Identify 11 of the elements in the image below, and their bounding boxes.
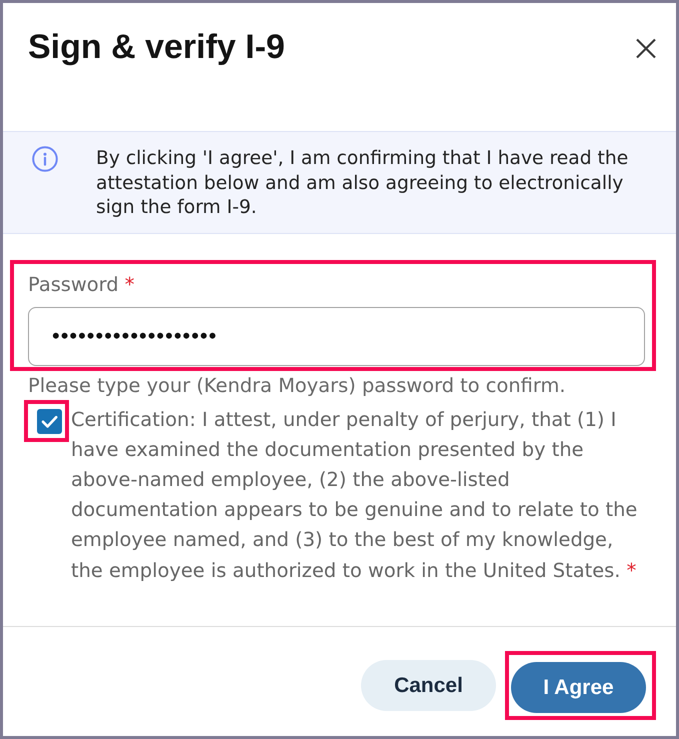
checkbox[interactable]	[37, 408, 62, 434]
certification-text: Certification: I attest, under penalty of perjury, that (1) I have examined the documentation presented by the above-named employee, (2) the above-listed documentation appears to be genuine and to relate to the employee named, and (3) to the best of my knowledge, the employee is authorized to work in the United States. *	[71, 406, 638, 584]
close-icon[interactable]	[636, 38, 656, 59]
cancel-button[interactable]: Cancel	[361, 660, 496, 711]
hint-text: Please type your (Kendra Moyars) password to confirm.	[28, 374, 566, 398]
field-label: Password *	[28, 272, 136, 296]
info-icon	[32, 146, 58, 172]
notice-text: By clicking 'I agree', I am confirming that I have read the attestation below and am also agreeing to electronically sign the form I-9.	[96, 147, 630, 220]
confirm-button[interactable]: I Agree	[511, 662, 646, 713]
dialog-title: Sign & verify I-9	[28, 27, 285, 67]
password-field[interactable]: •••••••••••••••••••	[28, 306, 645, 366]
